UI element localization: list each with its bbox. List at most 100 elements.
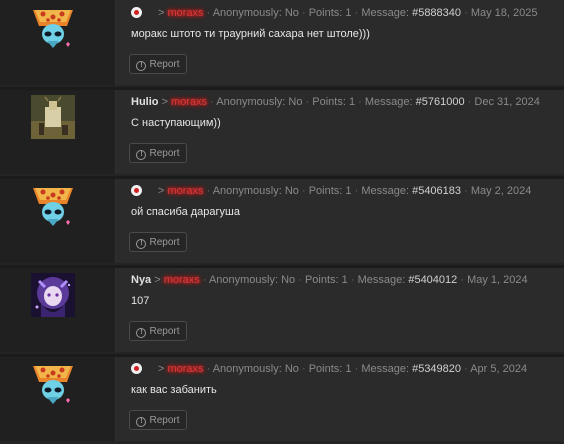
user-icon[interactable]	[131, 185, 142, 196]
avatar[interactable]	[31, 184, 75, 228]
message-label: Message:	[357, 274, 406, 286]
avatar[interactable]	[31, 95, 75, 139]
purple-girl-icon	[31, 273, 75, 317]
message-id-link[interactable]: #5349820	[412, 363, 461, 375]
alert-icon: !	[136, 239, 147, 249]
message-id-link[interactable]: #5888340	[412, 7, 461, 19]
avatar[interactable]	[31, 362, 75, 406]
row-divider	[0, 176, 564, 179]
dot-separator: ·	[206, 185, 211, 197]
author-name[interactable]: Nya	[131, 274, 151, 286]
deer-icon	[31, 95, 75, 139]
arrow-separator: >	[161, 96, 168, 108]
user-icon[interactable]	[131, 7, 142, 18]
message-id-link[interactable]: #5404012	[408, 274, 457, 286]
author-name[interactable]: Hulio	[131, 96, 159, 108]
post-row: > moraxs · Anonymously: No · Points: 1 · …	[0, 354, 564, 441]
post-sidebar	[0, 0, 116, 85]
recipient-name[interactable]: moraxs	[167, 185, 203, 197]
user-icon[interactable]	[131, 363, 142, 374]
dot-separator: ·	[202, 274, 207, 286]
recipient-name[interactable]: moraxs	[164, 274, 200, 286]
avatar[interactable]	[31, 273, 75, 317]
dot-separator: ·	[354, 185, 359, 197]
arrow-separator: >	[154, 274, 161, 286]
post-body: Hulio > moraxs · Anonymously: No · Points…	[116, 87, 564, 174]
arrow-separator: >	[158, 7, 165, 19]
post-row: Hulio > moraxs · Anonymously: No · Points…	[0, 87, 564, 174]
report-button[interactable]: ! Report	[129, 321, 187, 341]
post-sidebar	[0, 354, 116, 441]
post-meta: Hulio > moraxs · Anonymously: No · Points…	[131, 95, 540, 109]
dot-separator: ·	[460, 274, 465, 286]
points-value: Points: 1	[304, 274, 348, 286]
post-sidebar	[0, 265, 116, 352]
alert-icon: !	[136, 417, 147, 427]
dot-separator: ·	[464, 363, 468, 375]
dot-separator: ·	[467, 96, 472, 108]
dot-separator: ·	[298, 274, 302, 286]
message-id-link[interactable]: #5761000	[416, 96, 465, 108]
post-meta: > moraxs · Anonymously: No · Points: 1 · …	[131, 362, 527, 376]
pizza-alien-icon	[33, 10, 73, 48]
report-button[interactable]: ! Report	[129, 410, 187, 430]
alert-icon: !	[136, 328, 147, 338]
post-sidebar	[0, 176, 116, 263]
report-label: Report	[149, 415, 180, 426]
recipient-name[interactable]: moraxs	[167, 7, 203, 19]
message-text: как вас забанить	[131, 384, 217, 396]
post-date: May 18, 2025	[470, 7, 538, 19]
post-date: May 1, 2024	[467, 274, 528, 286]
post-date: Apr 5, 2024	[470, 363, 528, 375]
recipient-name[interactable]: moraxs	[171, 96, 207, 108]
message-label: Message:	[361, 185, 410, 197]
recipient-name[interactable]: moraxs	[167, 363, 203, 375]
post-meta: Nya > moraxs · Anonymously: No · Points: …	[131, 273, 528, 287]
report-label: Report	[149, 59, 180, 70]
post-date: May 2, 2024	[470, 185, 532, 197]
points-value: Points: 1	[308, 7, 352, 19]
report-button[interactable]: ! Report	[129, 54, 187, 74]
post-body: Nya > moraxs · Anonymously: No · Points: …	[116, 265, 564, 352]
post-date: Dec 31, 2024	[474, 96, 540, 108]
post-row: Nya > moraxs · Anonymously: No · Points: …	[0, 265, 564, 352]
dot-separator: ·	[354, 7, 359, 19]
anonymous-status: Anonymously: No	[212, 185, 299, 197]
report-label: Report	[149, 148, 180, 159]
message-label: Message:	[361, 363, 410, 375]
arrow-separator: >	[158, 185, 165, 197]
post-body: > moraxs · Anonymously: No · Points: 1 · …	[116, 354, 564, 441]
message-id-link[interactable]: #5406183	[412, 185, 461, 197]
row-divider	[0, 354, 564, 357]
dot-separator: ·	[305, 96, 310, 108]
dot-separator: ·	[358, 96, 362, 108]
points-value: Points: 1	[308, 185, 352, 197]
dot-separator: ·	[206, 363, 211, 375]
message-text: С наступающим))	[131, 117, 221, 129]
alert-icon: !	[136, 61, 147, 71]
post-sidebar	[0, 87, 116, 174]
anonymous-status: Anonymously: No	[212, 7, 299, 19]
message-label: Message:	[361, 7, 410, 19]
row-divider	[0, 87, 564, 90]
report-button[interactable]: ! Report	[129, 143, 187, 163]
alert-icon: !	[136, 150, 147, 160]
post-row: > moraxs · Anonymously: No · Points: 1 · …	[0, 176, 564, 263]
dot-separator: ·	[301, 185, 306, 197]
dot-separator: ·	[464, 7, 468, 19]
report-button[interactable]: ! Report	[129, 232, 187, 252]
arrow-separator: >	[158, 363, 165, 375]
row-divider	[0, 265, 564, 268]
points-value: Points: 1	[312, 96, 356, 108]
avatar[interactable]	[31, 6, 75, 50]
dot-separator: ·	[301, 7, 306, 19]
dot-separator: ·	[354, 363, 359, 375]
anonymous-status: Anonymously: No	[208, 274, 296, 286]
post-body: > moraxs · Anonymously: No · Points: 1 · …	[116, 0, 564, 85]
report-label: Report	[149, 326, 180, 337]
message-text: 107	[131, 295, 150, 307]
dot-separator: ·	[350, 274, 355, 286]
pizza-alien-icon	[33, 366, 73, 404]
message-text: ой спасиба дарагуша	[131, 206, 240, 218]
post-meta: > moraxs · Anonymously: No · Points: 1 · …	[131, 6, 537, 20]
